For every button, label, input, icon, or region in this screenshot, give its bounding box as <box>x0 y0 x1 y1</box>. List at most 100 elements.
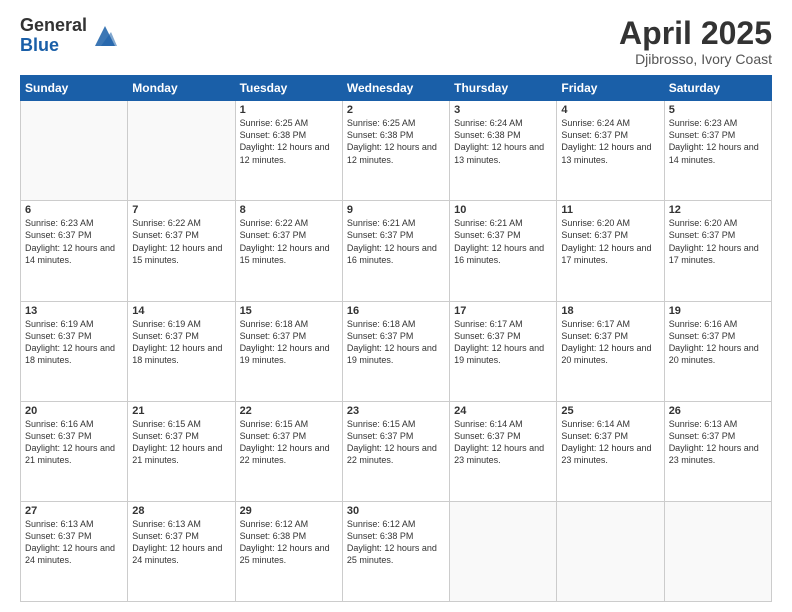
day-info: Sunrise: 6:12 AM Sunset: 6:38 PM Dayligh… <box>347 518 445 567</box>
day-number: 22 <box>240 405 338 417</box>
day-info: Sunrise: 6:12 AM Sunset: 6:38 PM Dayligh… <box>240 518 338 567</box>
day-info: Sunrise: 6:23 AM Sunset: 6:37 PM Dayligh… <box>25 217 123 266</box>
day-info: Sunrise: 6:22 AM Sunset: 6:37 PM Dayligh… <box>240 217 338 266</box>
day-cell: 26Sunrise: 6:13 AM Sunset: 6:37 PM Dayli… <box>664 401 771 501</box>
day-cell: 20Sunrise: 6:16 AM Sunset: 6:37 PM Dayli… <box>21 401 128 501</box>
day-number: 24 <box>454 405 552 417</box>
col-header-saturday: Saturday <box>664 76 771 101</box>
day-number: 3 <box>454 104 552 116</box>
week-row-3: 20Sunrise: 6:16 AM Sunset: 6:37 PM Dayli… <box>21 401 772 501</box>
day-cell: 11Sunrise: 6:20 AM Sunset: 6:37 PM Dayli… <box>557 201 664 301</box>
week-row-1: 6Sunrise: 6:23 AM Sunset: 6:37 PM Daylig… <box>21 201 772 301</box>
day-number: 26 <box>669 405 767 417</box>
day-number: 20 <box>25 405 123 417</box>
col-header-sunday: Sunday <box>21 76 128 101</box>
day-info: Sunrise: 6:13 AM Sunset: 6:37 PM Dayligh… <box>132 518 230 567</box>
day-cell: 4Sunrise: 6:24 AM Sunset: 6:37 PM Daylig… <box>557 101 664 201</box>
day-number: 15 <box>240 305 338 317</box>
calendar-table: SundayMondayTuesdayWednesdayThursdayFrid… <box>20 75 772 602</box>
col-header-friday: Friday <box>557 76 664 101</box>
day-number: 27 <box>25 505 123 517</box>
day-cell: 6Sunrise: 6:23 AM Sunset: 6:37 PM Daylig… <box>21 201 128 301</box>
day-info: Sunrise: 6:20 AM Sunset: 6:37 PM Dayligh… <box>669 217 767 266</box>
day-cell: 22Sunrise: 6:15 AM Sunset: 6:37 PM Dayli… <box>235 401 342 501</box>
day-cell: 24Sunrise: 6:14 AM Sunset: 6:37 PM Dayli… <box>450 401 557 501</box>
day-info: Sunrise: 6:14 AM Sunset: 6:37 PM Dayligh… <box>561 418 659 467</box>
week-row-4: 27Sunrise: 6:13 AM Sunset: 6:37 PM Dayli… <box>21 501 772 601</box>
day-number: 30 <box>347 505 445 517</box>
day-info: Sunrise: 6:15 AM Sunset: 6:37 PM Dayligh… <box>240 418 338 467</box>
day-cell: 18Sunrise: 6:17 AM Sunset: 6:37 PM Dayli… <box>557 301 664 401</box>
day-cell: 30Sunrise: 6:12 AM Sunset: 6:38 PM Dayli… <box>342 501 449 601</box>
day-info: Sunrise: 6:21 AM Sunset: 6:37 PM Dayligh… <box>347 217 445 266</box>
day-info: Sunrise: 6:22 AM Sunset: 6:37 PM Dayligh… <box>132 217 230 266</box>
day-info: Sunrise: 6:23 AM Sunset: 6:37 PM Dayligh… <box>669 117 767 166</box>
logo-blue: Blue <box>20 36 87 56</box>
day-number: 6 <box>25 204 123 216</box>
day-cell <box>557 501 664 601</box>
day-number: 28 <box>132 505 230 517</box>
day-cell <box>664 501 771 601</box>
day-cell: 23Sunrise: 6:15 AM Sunset: 6:37 PM Dayli… <box>342 401 449 501</box>
day-number: 16 <box>347 305 445 317</box>
day-number: 18 <box>561 305 659 317</box>
day-number: 19 <box>669 305 767 317</box>
day-info: Sunrise: 6:16 AM Sunset: 6:37 PM Dayligh… <box>669 318 767 367</box>
day-cell: 19Sunrise: 6:16 AM Sunset: 6:37 PM Dayli… <box>664 301 771 401</box>
day-cell: 21Sunrise: 6:15 AM Sunset: 6:37 PM Dayli… <box>128 401 235 501</box>
day-info: Sunrise: 6:13 AM Sunset: 6:37 PM Dayligh… <box>669 418 767 467</box>
col-header-wednesday: Wednesday <box>342 76 449 101</box>
day-info: Sunrise: 6:19 AM Sunset: 6:37 PM Dayligh… <box>25 318 123 367</box>
header: General Blue April 2025 Djibrosso, Ivory… <box>20 16 772 67</box>
day-number: 5 <box>669 104 767 116</box>
day-number: 12 <box>669 204 767 216</box>
day-number: 9 <box>347 204 445 216</box>
day-number: 13 <box>25 305 123 317</box>
day-info: Sunrise: 6:25 AM Sunset: 6:38 PM Dayligh… <box>347 117 445 166</box>
day-number: 10 <box>454 204 552 216</box>
day-cell: 17Sunrise: 6:17 AM Sunset: 6:37 PM Dayli… <box>450 301 557 401</box>
day-cell: 5Sunrise: 6:23 AM Sunset: 6:37 PM Daylig… <box>664 101 771 201</box>
logo-general: General <box>20 16 87 36</box>
day-info: Sunrise: 6:15 AM Sunset: 6:37 PM Dayligh… <box>132 418 230 467</box>
day-cell: 28Sunrise: 6:13 AM Sunset: 6:37 PM Dayli… <box>128 501 235 601</box>
day-cell: 3Sunrise: 6:24 AM Sunset: 6:38 PM Daylig… <box>450 101 557 201</box>
day-number: 21 <box>132 405 230 417</box>
day-number: 8 <box>240 204 338 216</box>
week-row-2: 13Sunrise: 6:19 AM Sunset: 6:37 PM Dayli… <box>21 301 772 401</box>
day-number: 29 <box>240 505 338 517</box>
header-row: SundayMondayTuesdayWednesdayThursdayFrid… <box>21 76 772 101</box>
day-cell: 14Sunrise: 6:19 AM Sunset: 6:37 PM Dayli… <box>128 301 235 401</box>
day-cell: 13Sunrise: 6:19 AM Sunset: 6:37 PM Dayli… <box>21 301 128 401</box>
col-header-thursday: Thursday <box>450 76 557 101</box>
day-number: 14 <box>132 305 230 317</box>
day-number: 25 <box>561 405 659 417</box>
day-number: 17 <box>454 305 552 317</box>
calendar-subtitle: Djibrosso, Ivory Coast <box>619 51 772 67</box>
day-number: 11 <box>561 204 659 216</box>
day-info: Sunrise: 6:16 AM Sunset: 6:37 PM Dayligh… <box>25 418 123 467</box>
day-cell <box>128 101 235 201</box>
day-cell: 16Sunrise: 6:18 AM Sunset: 6:37 PM Dayli… <box>342 301 449 401</box>
day-info: Sunrise: 6:13 AM Sunset: 6:37 PM Dayligh… <box>25 518 123 567</box>
day-number: 1 <box>240 104 338 116</box>
day-info: Sunrise: 6:18 AM Sunset: 6:37 PM Dayligh… <box>347 318 445 367</box>
day-cell: 9Sunrise: 6:21 AM Sunset: 6:37 PM Daylig… <box>342 201 449 301</box>
day-info: Sunrise: 6:17 AM Sunset: 6:37 PM Dayligh… <box>454 318 552 367</box>
day-info: Sunrise: 6:24 AM Sunset: 6:37 PM Dayligh… <box>561 117 659 166</box>
logo: General Blue <box>20 16 119 56</box>
day-cell: 12Sunrise: 6:20 AM Sunset: 6:37 PM Dayli… <box>664 201 771 301</box>
day-cell: 2Sunrise: 6:25 AM Sunset: 6:38 PM Daylig… <box>342 101 449 201</box>
day-cell: 27Sunrise: 6:13 AM Sunset: 6:37 PM Dayli… <box>21 501 128 601</box>
col-header-monday: Monday <box>128 76 235 101</box>
day-info: Sunrise: 6:20 AM Sunset: 6:37 PM Dayligh… <box>561 217 659 266</box>
day-cell: 25Sunrise: 6:14 AM Sunset: 6:37 PM Dayli… <box>557 401 664 501</box>
title-block: April 2025 Djibrosso, Ivory Coast <box>619 16 772 67</box>
day-info: Sunrise: 6:25 AM Sunset: 6:38 PM Dayligh… <box>240 117 338 166</box>
day-info: Sunrise: 6:24 AM Sunset: 6:38 PM Dayligh… <box>454 117 552 166</box>
day-cell: 8Sunrise: 6:22 AM Sunset: 6:37 PM Daylig… <box>235 201 342 301</box>
day-number: 4 <box>561 104 659 116</box>
logo-text: General Blue <box>20 16 87 56</box>
page: General Blue April 2025 Djibrosso, Ivory… <box>0 0 792 612</box>
day-info: Sunrise: 6:21 AM Sunset: 6:37 PM Dayligh… <box>454 217 552 266</box>
